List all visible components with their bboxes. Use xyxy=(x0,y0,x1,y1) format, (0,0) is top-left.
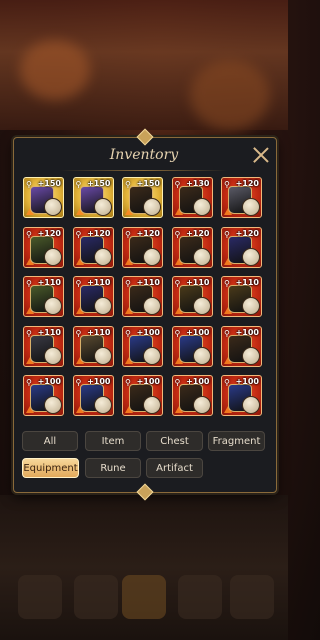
item-level: +110 xyxy=(136,278,160,287)
item-level: +120 xyxy=(235,179,259,188)
hero-portrait-icon xyxy=(44,247,62,266)
tab-item[interactable]: Item xyxy=(85,431,141,451)
tab-fragment[interactable]: Fragment xyxy=(208,431,265,451)
inventory-slot[interactable]: ⚲ +110 xyxy=(72,276,114,317)
hero-portrait-icon xyxy=(44,396,62,414)
item-level: +100 xyxy=(235,377,259,386)
tab-rune[interactable]: Rune xyxy=(85,458,141,478)
hero-portrait-icon xyxy=(93,297,112,315)
background-blob xyxy=(190,60,270,130)
item-level: +100 xyxy=(136,327,160,337)
hero-portrait-icon xyxy=(192,346,211,365)
hero-portrait-icon xyxy=(192,247,211,266)
inventory-slot[interactable]: ⚲ +100 xyxy=(171,325,213,367)
inventory-slot[interactable]: ⚲ +130 xyxy=(171,177,213,218)
inventory-slot[interactable]: ⚲ +120 xyxy=(171,226,213,268)
hero-portrait-icon xyxy=(143,346,161,365)
dock-slot xyxy=(74,575,118,619)
inventory-slot[interactable]: ⚲ +120 xyxy=(221,177,262,218)
hero-portrait-icon xyxy=(192,396,211,414)
inventory-slot[interactable]: ⚲ +110 xyxy=(23,325,64,367)
hero-portrait-icon xyxy=(192,297,211,315)
hero-portrait-icon xyxy=(93,247,112,266)
item-level: +100 xyxy=(136,377,160,386)
hero-portrait-icon xyxy=(44,297,62,315)
hero-portrait-icon xyxy=(44,346,62,365)
item-level: +120 xyxy=(87,228,111,238)
item-level: +110 xyxy=(37,327,61,337)
inventory-slot[interactable]: ⚲ +110 xyxy=(23,276,64,317)
inventory-slot[interactable]: ⚲ +150 xyxy=(23,177,64,218)
inventory-slot[interactable]: ⚲ +120 xyxy=(23,226,64,268)
hero-portrait-icon xyxy=(143,297,161,315)
item-level: +110 xyxy=(235,278,259,287)
panel-title: Inventory xyxy=(109,147,179,163)
inventory-slot[interactable]: ⚲ +100 xyxy=(122,375,163,416)
hero-portrait-icon xyxy=(242,396,260,414)
inventory-slot[interactable]: ⚲ +110 xyxy=(122,276,163,317)
close-icon[interactable] xyxy=(252,146,270,164)
item-level: +110 xyxy=(186,278,210,287)
item-level: +110 xyxy=(87,278,111,287)
item-level: +100 xyxy=(235,327,259,337)
tab-artifact[interactable]: Artifact xyxy=(146,458,203,478)
hero-portrait-icon xyxy=(242,297,260,315)
hero-portrait-icon xyxy=(93,198,112,216)
item-level: +150 xyxy=(37,179,61,188)
inventory-slot[interactable]: ⚲ +150 xyxy=(122,177,163,218)
inventory-grid: ⚲ +150 ⚲ +150 ⚲ +150 ⚲ +130 ⚲ +120 ⚲ +120 ⚲ +120 ⚲ +120… xyxy=(23,177,265,419)
hero-portrait-icon xyxy=(143,396,161,414)
item-level: +110 xyxy=(37,278,61,287)
tab-chest[interactable]: Chest xyxy=(146,431,203,451)
item-level: +110 xyxy=(87,327,111,337)
hero-portrait-icon xyxy=(143,198,161,216)
title-divider xyxy=(60,170,228,171)
item-level: +120 xyxy=(235,228,259,238)
item-level: +120 xyxy=(37,228,61,238)
hero-portrait-icon xyxy=(192,198,211,216)
inventory-slot[interactable]: ⚲ +110 xyxy=(72,325,114,367)
tab-all[interactable]: All xyxy=(22,431,78,451)
item-level: +120 xyxy=(186,228,210,238)
inventory-slot[interactable]: ⚲ +110 xyxy=(221,276,262,317)
hero-portrait-icon xyxy=(93,396,112,414)
dock-slot xyxy=(122,575,166,619)
inventory-slot[interactable]: ⚲ +100 xyxy=(23,375,64,416)
inventory-slot[interactable]: ⚲ +100 xyxy=(171,375,213,416)
tab-equipment[interactable]: Equipment xyxy=(22,458,79,478)
hero-portrait-icon xyxy=(242,346,260,365)
inventory-slot[interactable]: ⚲ +120 xyxy=(72,226,114,268)
inventory-slot[interactable]: ⚲ +110 xyxy=(171,276,213,317)
inventory-slot[interactable]: ⚲ +150 xyxy=(72,177,114,218)
item-level: +100 xyxy=(87,377,111,386)
inventory-slot[interactable]: ⚲ +120 xyxy=(122,226,163,268)
item-level: +120 xyxy=(136,228,160,238)
item-level: +100 xyxy=(186,327,210,337)
inventory-slot[interactable]: ⚲ +100 xyxy=(221,375,262,416)
item-level: +100 xyxy=(186,377,210,386)
hero-portrait-icon xyxy=(143,247,161,266)
hero-portrait-icon xyxy=(242,198,260,216)
dock-slot xyxy=(230,575,274,619)
item-level: +100 xyxy=(37,377,61,386)
dock-slot xyxy=(18,575,62,619)
hero-portrait-icon xyxy=(44,198,62,216)
hero-portrait-icon xyxy=(93,346,112,365)
dock-slot xyxy=(178,575,222,619)
item-level: +150 xyxy=(136,179,160,188)
item-level: +150 xyxy=(87,179,111,188)
inventory-slot[interactable]: ⚲ +100 xyxy=(221,325,262,367)
background-blob xyxy=(20,40,90,100)
hero-portrait-icon xyxy=(242,247,260,266)
inventory-slot[interactable]: ⚲ +100 xyxy=(122,325,163,367)
inventory-slot[interactable]: ⚲ +120 xyxy=(221,226,262,268)
item-level: +130 xyxy=(186,179,210,188)
inventory-slot[interactable]: ⚲ +100 xyxy=(72,375,114,416)
